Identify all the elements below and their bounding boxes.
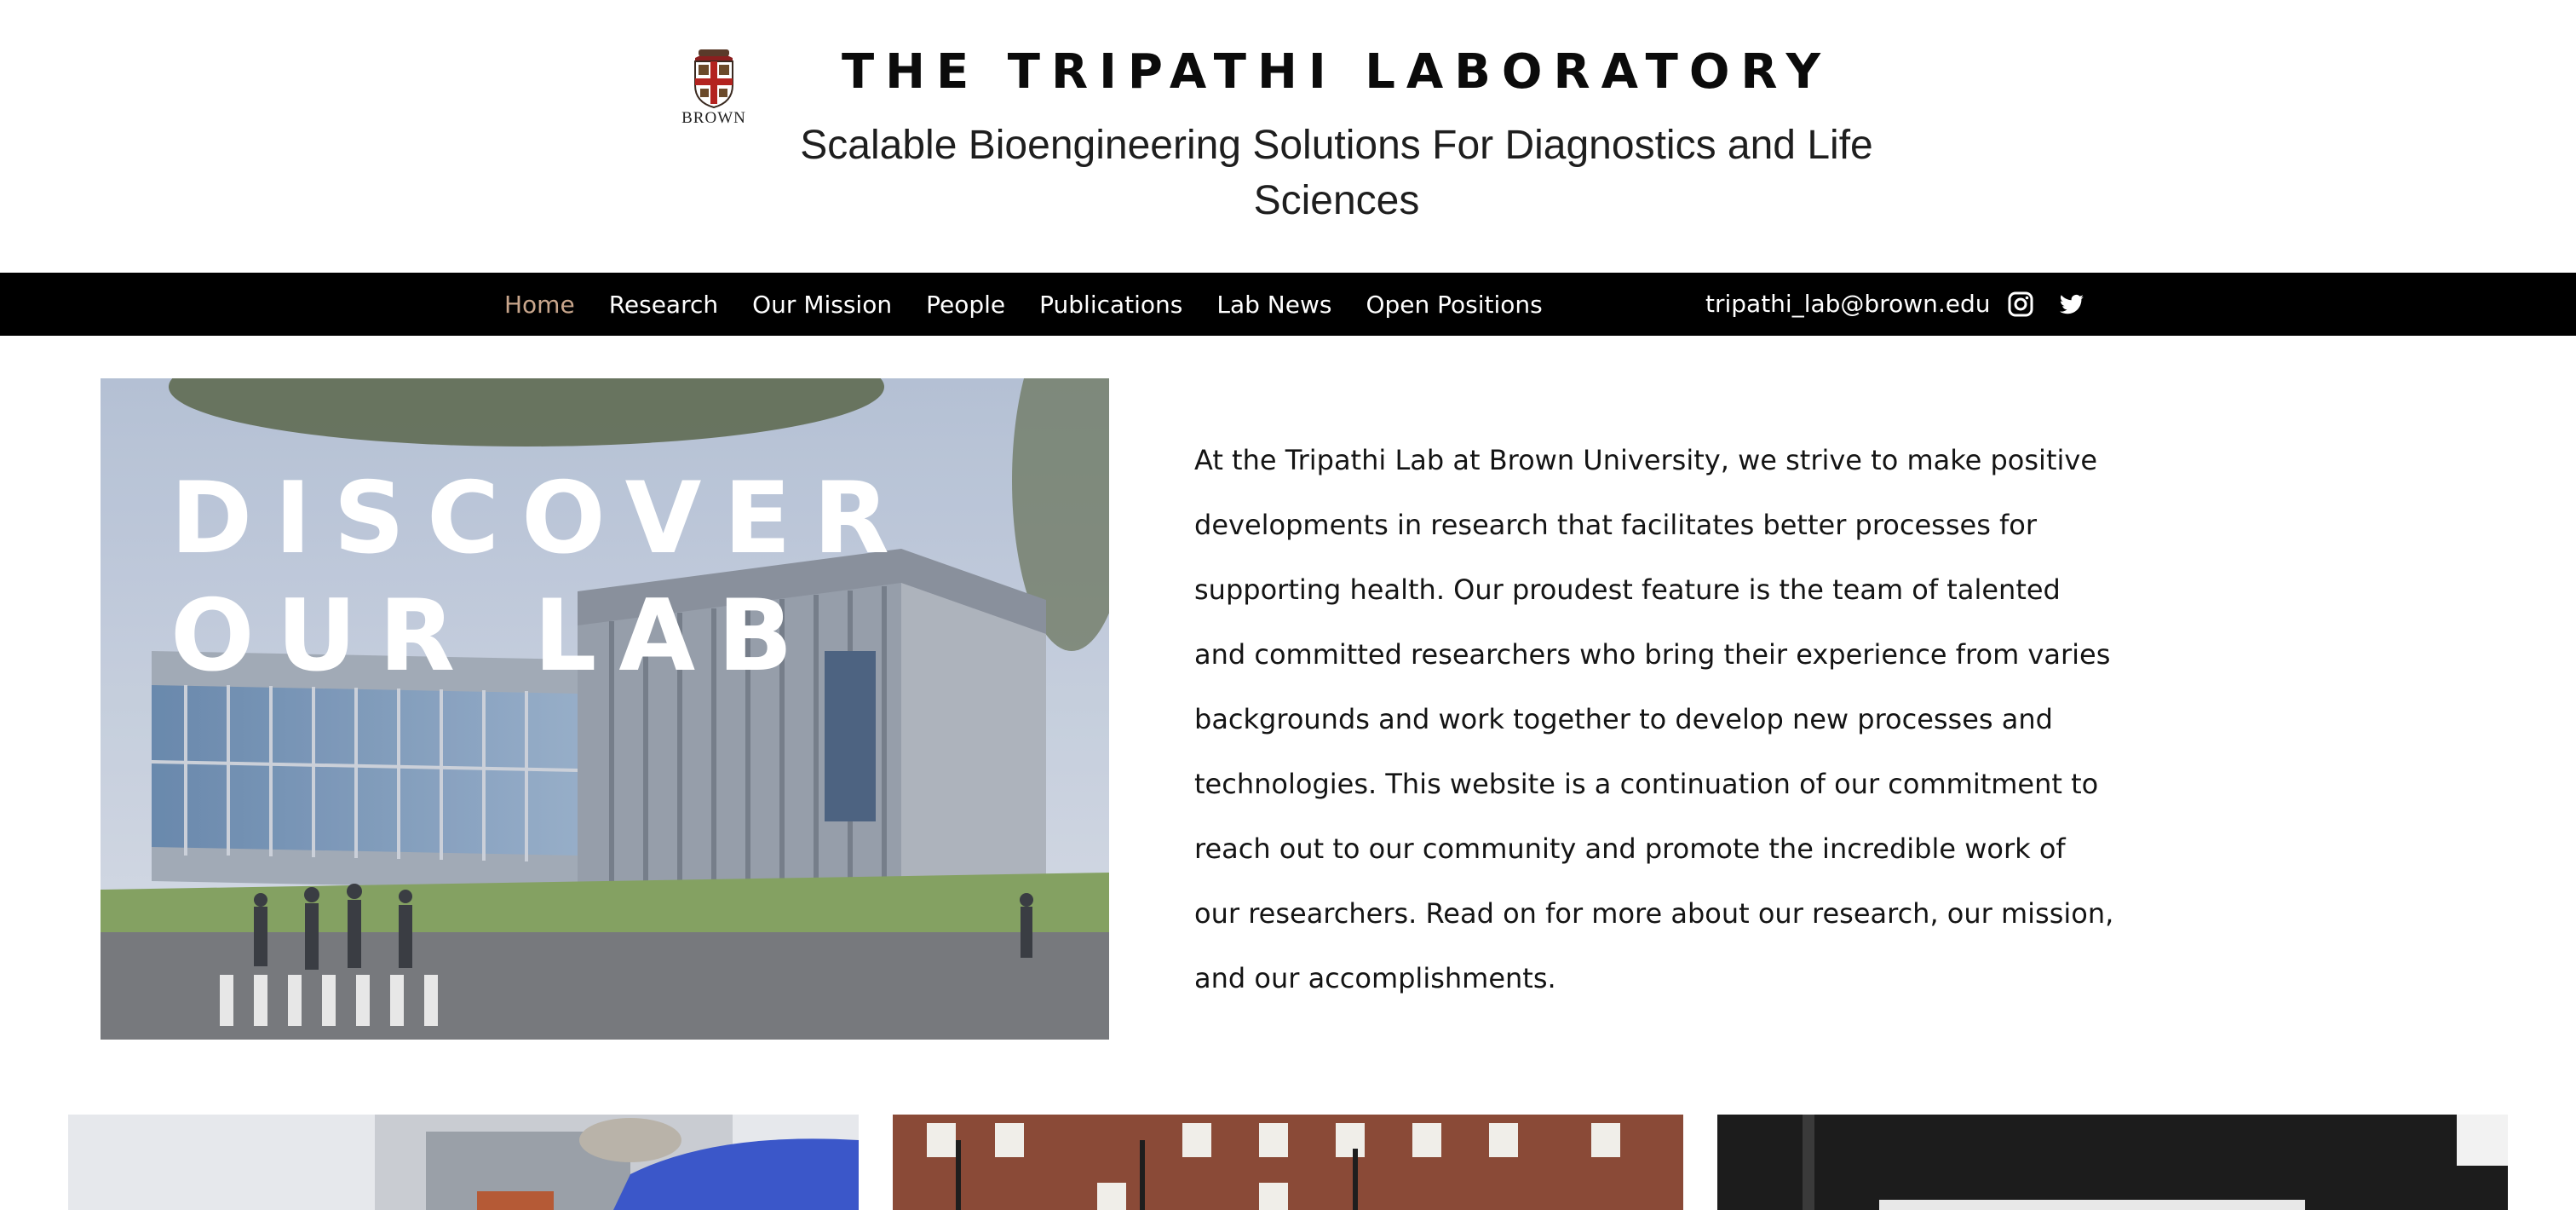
gallery-image-lab-instrument[interactable]: [1717, 1115, 2508, 1210]
campus-building-photo: [893, 1115, 1683, 1210]
intro-text: At the Tripathi Lab at Brown University,…: [1194, 444, 2114, 994]
main-nav-bar: Home Research Our Mission People Publica…: [0, 273, 2576, 336]
lab-instrument-photo: [1717, 1115, 2508, 1210]
logo-wordmark: BROWN: [681, 109, 746, 127]
site-subtitle-line: Scalable Bioengineering Solutions For Di…: [800, 123, 1873, 168]
site-title[interactable]: THE TRIPATHI LABORATORY: [733, 44, 1941, 100]
hero-heading: DISCOVER OUR LAB: [170, 460, 911, 695]
nav-menu: Home Research Our Mission People Publica…: [487, 273, 1560, 336]
nav-item-research[interactable]: Research: [592, 291, 735, 319]
site-subtitle: Scalable Bioengineering Solutions For Di…: [767, 118, 1906, 228]
hero-campus-image: DISCOVER OUR LAB: [101, 378, 1109, 1040]
instagram-icon[interactable]: [2007, 291, 2034, 318]
nav-item-lab-news[interactable]: Lab News: [1199, 291, 1348, 319]
gallery-image-lab-equipment[interactable]: [68, 1115, 859, 1210]
nav-item-publications[interactable]: Publications: [1022, 291, 1199, 319]
twitter-icon[interactable]: [2058, 291, 2085, 318]
nav-item-people[interactable]: People: [909, 291, 1022, 319]
hero-heading-line: DISCOVER: [170, 461, 911, 576]
contact-email-link[interactable]: tripathi_lab@brown.edu: [1705, 273, 1991, 336]
lab-equipment-photo: [68, 1115, 859, 1210]
nav-item-open-positions[interactable]: Open Positions: [1348, 291, 1559, 319]
gallery-image-campus-building[interactable]: [893, 1115, 1683, 1210]
site-header: BROWN THE TRIPATHI LABORATORY Scalable B…: [0, 0, 2576, 273]
hero-heading-line: OUR LAB: [170, 579, 815, 694]
site-subtitle-line: Sciences: [1253, 178, 1420, 223]
nav-item-our-mission[interactable]: Our Mission: [735, 291, 909, 319]
nav-item-home[interactable]: Home: [487, 291, 592, 319]
intro-paragraph: At the Tripathi Lab at Brown University,…: [1194, 428, 2114, 1011]
